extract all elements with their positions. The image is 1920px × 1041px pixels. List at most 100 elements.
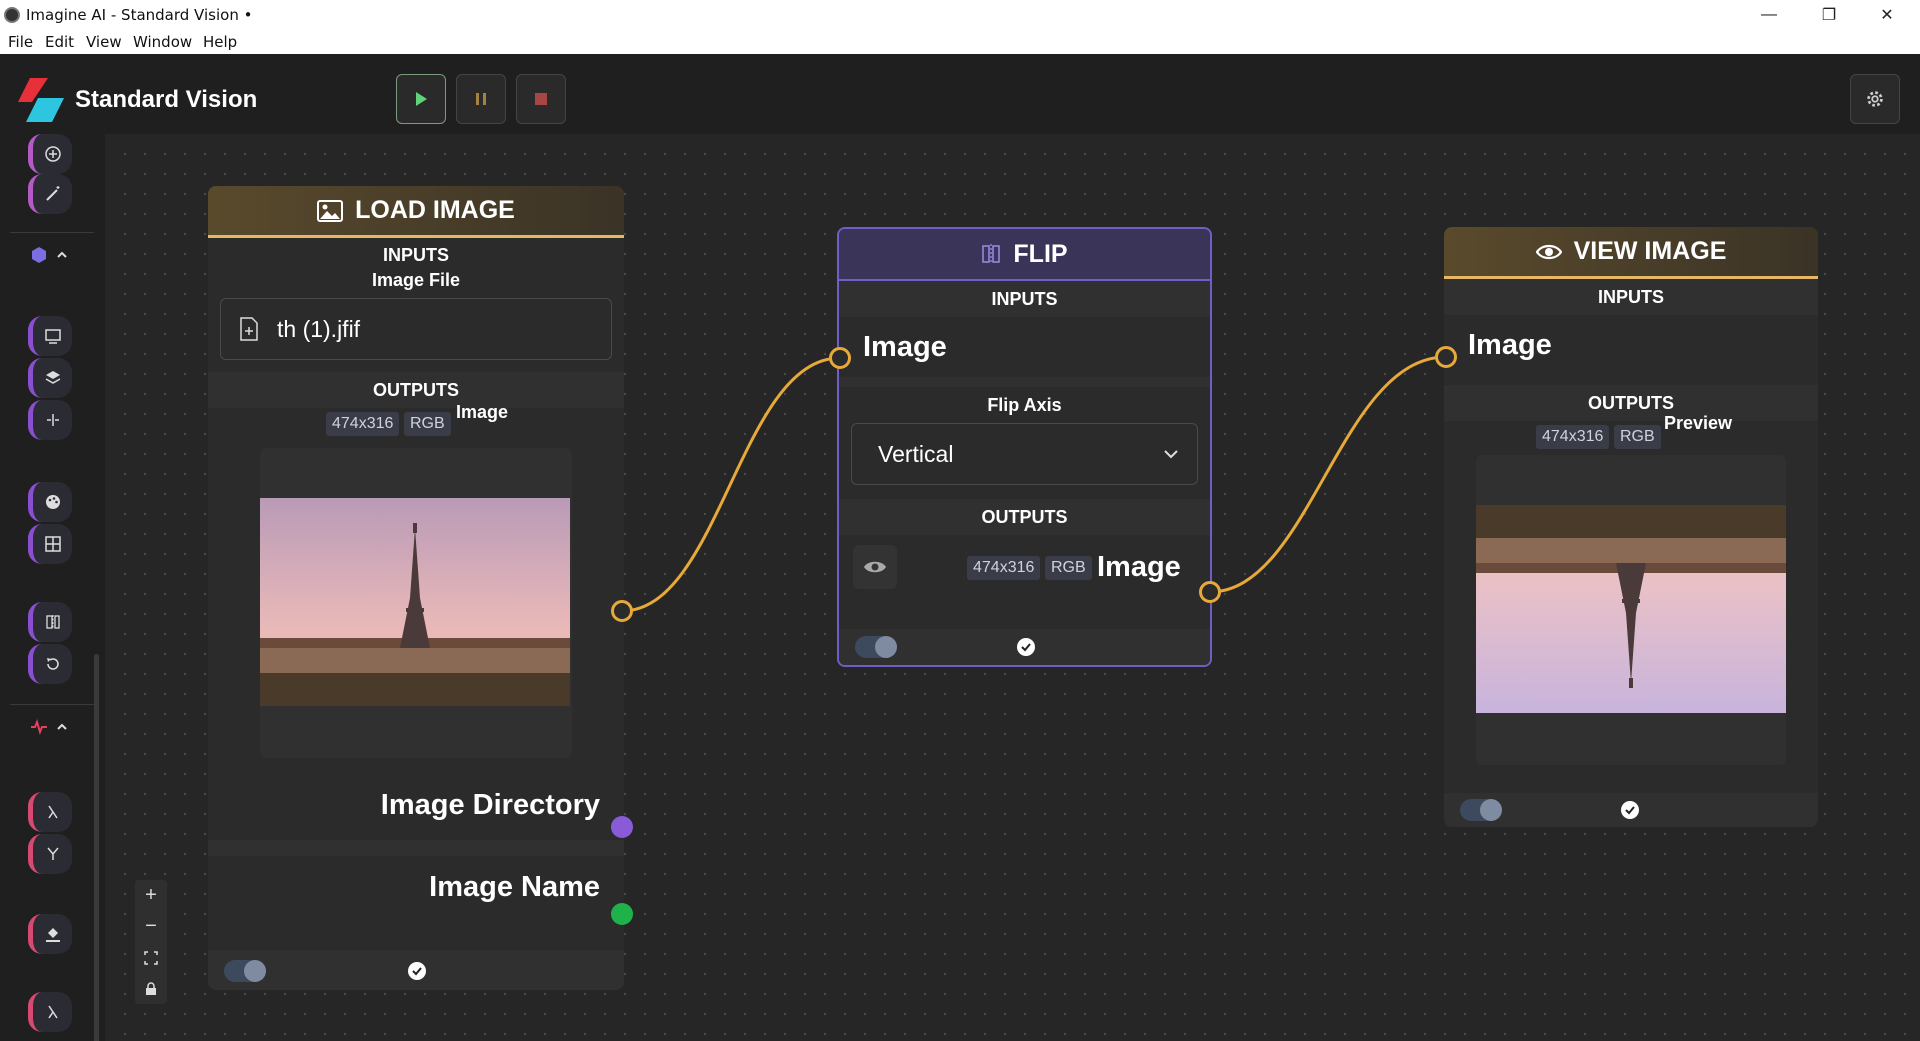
stop-button[interactable] (516, 74, 566, 124)
output-image-label: Image (456, 402, 509, 422)
pulse-icon (31, 718, 47, 736)
load-image-title: LOAD IMAGE (355, 196, 515, 224)
menu-file[interactable]: File (8, 33, 33, 51)
rotate-icon (46, 658, 59, 670)
window-title-bar: Imagine AI - Standard Vision • — ❐ ✕ (0, 0, 1920, 30)
image-file-value: th (1).jfif (277, 315, 361, 342)
zoom-in-button[interactable]: + (135, 880, 167, 911)
node-enable-toggle[interactable] (855, 636, 897, 658)
sidebar-lambda-button[interactable] (28, 992, 72, 1032)
load-image-header[interactable]: LOAD IMAGE (208, 186, 624, 238)
menu-help[interactable]: Help (203, 33, 237, 51)
size-chip: 474x316 (326, 412, 400, 436)
sidebar-divider (10, 704, 94, 705)
merge-icon (46, 847, 59, 860)
lambda-icon (47, 805, 58, 819)
node-status-check-icon (1621, 801, 1639, 819)
stop-icon (535, 93, 547, 105)
view-input-handle[interactable] (1435, 346, 1457, 368)
pause-icon (476, 93, 486, 105)
settings-button[interactable] (1850, 74, 1900, 124)
flip-outputs-label: OUTPUTS (839, 499, 1210, 535)
sidebar-flip-button[interactable] (28, 602, 72, 642)
flip-node[interactable]: FLIP INPUTS Image Flip Axis Vertical OUT… (837, 227, 1212, 667)
view-image-node[interactable]: VIEW IMAGE INPUTS Image OUTPUTS 474x316 … (1444, 227, 1818, 827)
grid-icon (44, 536, 61, 552)
image-file-input[interactable]: th (1).jfif (220, 298, 612, 360)
menu-edit[interactable]: Edit (45, 33, 74, 51)
view-image-header[interactable]: VIEW IMAGE (1444, 227, 1818, 279)
sidebar-magic-button[interactable] (28, 174, 72, 214)
maximize-button[interactable]: ❐ (1806, 0, 1852, 30)
load-image-node[interactable]: LOAD IMAGE INPUTS Image File th (1).jfif… (208, 186, 624, 990)
load-image-inputs-section: INPUTS Image File (208, 238, 624, 298)
play-button[interactable] (396, 74, 446, 124)
view-input-image-label: Image (1468, 328, 1552, 361)
preview-eye-button[interactable] (853, 545, 897, 589)
image-name-output: Image Name (208, 856, 624, 918)
menu-view[interactable]: View (86, 33, 122, 51)
sidebar-category-image[interactable] (30, 246, 68, 264)
sidebar-layers-button[interactable] (28, 358, 72, 398)
sidebar-merge-button[interactable] (28, 834, 72, 874)
chevron-up-icon (57, 251, 67, 258)
node-enable-toggle[interactable] (1460, 799, 1502, 821)
close-button[interactable]: ✕ (1864, 0, 1910, 30)
flip-footer (839, 629, 1210, 665)
app-icon (4, 7, 20, 23)
flip-header[interactable]: FLIP (839, 229, 1210, 281)
flip-axis-value: Vertical (878, 440, 954, 467)
node-enable-toggle[interactable] (224, 960, 266, 982)
file-icon (240, 317, 258, 341)
lock-button[interactable] (135, 973, 167, 1004)
image-name-handle[interactable] (611, 903, 633, 925)
sidebar-palette-button[interactable] (28, 482, 72, 522)
sidebar-add-button[interactable] (28, 134, 72, 174)
sidebar-divider (10, 232, 94, 233)
chevron-up-icon (57, 723, 67, 730)
view-size-chip: 474x316 (1536, 425, 1610, 449)
window-title: Imagine AI - Standard Vision • (26, 6, 253, 24)
flip-output-image-label: Image (1097, 551, 1181, 583)
image-directory-handle[interactable] (611, 816, 633, 838)
sidebar-math-button[interactable] (28, 792, 72, 832)
pause-button[interactable] (456, 74, 506, 124)
flip-title: FLIP (1013, 239, 1068, 268)
flip-axis-select[interactable]: Vertical (851, 423, 1198, 485)
view-image-input: Image (1444, 315, 1818, 375)
minimize-button[interactable]: — (1746, 0, 1792, 30)
sidebar-split-button[interactable] (28, 400, 72, 440)
view-output-row: 474x316 RGB Preview (1444, 413, 1818, 455)
inputs-label: INPUTS (382, 245, 449, 265)
sidebar-category-utility[interactable] (30, 718, 68, 736)
sidebar-rotate-button[interactable] (28, 644, 72, 684)
play-icon (416, 92, 427, 106)
image-preview-frame (260, 448, 572, 758)
flip-input-handle[interactable] (829, 347, 851, 369)
sidebar-scrollbar[interactable] (94, 654, 99, 1041)
menu-window[interactable]: Window (133, 33, 192, 51)
image-directory-output: Image Directory (208, 770, 624, 840)
sidebar-grid-button[interactable] (28, 524, 72, 564)
sidebar-fill-button[interactable] (28, 914, 72, 954)
lock-icon (146, 981, 156, 995)
view-preview-frame (1476, 455, 1786, 765)
palette-icon (45, 495, 60, 509)
flip-output-handle[interactable] (1199, 581, 1221, 603)
zoom-out-button[interactable]: − (135, 911, 167, 942)
image-directory-label: Image Directory (380, 788, 600, 821)
plus-circle-icon (44, 146, 61, 162)
view-footer (1444, 793, 1818, 827)
load-image-footer (208, 950, 624, 990)
node-status-check-icon (1017, 638, 1035, 656)
eye-icon (864, 561, 886, 573)
sidebar-view-button[interactable] (28, 316, 72, 356)
flip-icon (45, 615, 60, 629)
load-image-output-handle[interactable] (611, 600, 633, 622)
node-sidebar (0, 134, 105, 1041)
eye-icon (1535, 244, 1562, 259)
fit-view-button[interactable] (135, 942, 167, 973)
flip-icon (982, 244, 1001, 264)
flip-output-row: 474x316 RGB Image (839, 535, 1210, 601)
magic-wand-icon (45, 186, 59, 201)
